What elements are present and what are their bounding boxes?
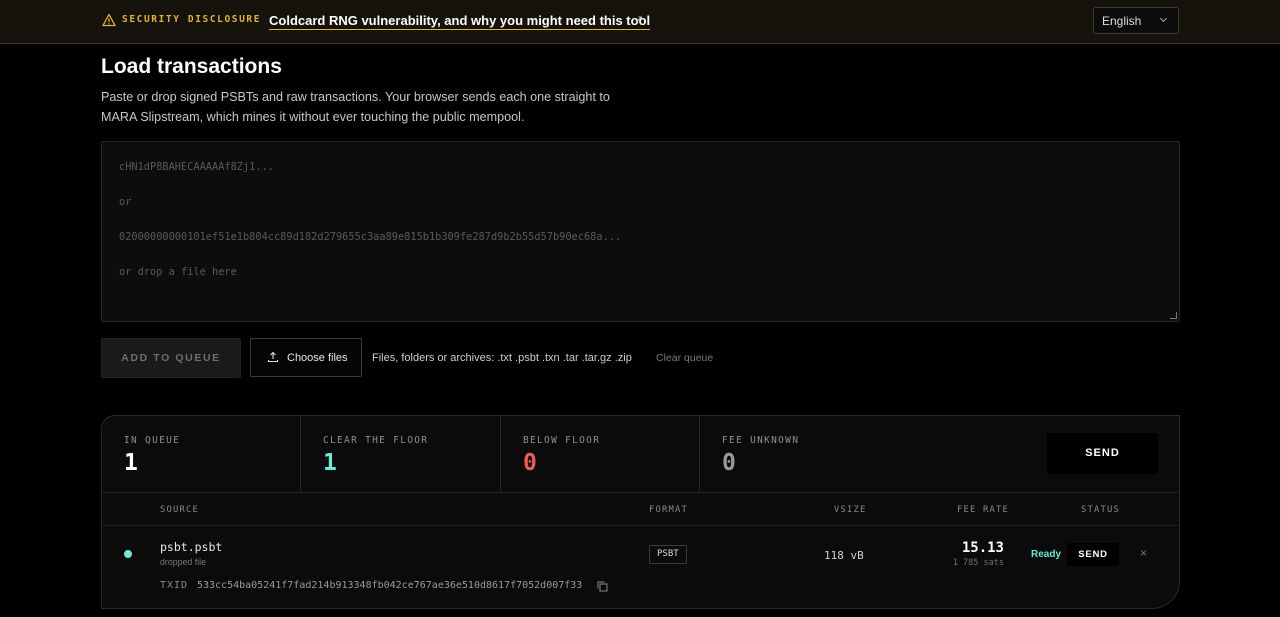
page-description: Paste or drop signed PSBTs and raw trans… bbox=[101, 90, 610, 124]
placeholder-or: or bbox=[119, 196, 132, 208]
chevron-down-icon bbox=[1159, 14, 1168, 23]
page-title: Load transactions bbox=[101, 55, 282, 78]
transaction-paste-area[interactable]: cHN1dP8BAHECAAAAAf8Zj1... or 02000000000… bbox=[101, 141, 1180, 322]
clear-queue-link[interactable]: Clear queue bbox=[656, 352, 713, 364]
placeholder-rawtx: 02000000000101ef51e1b804cc89d182d279655c… bbox=[119, 231, 622, 243]
stat-label: IN QUEUE bbox=[124, 435, 181, 446]
format-badge: PSBT bbox=[649, 545, 687, 564]
table-header: SOURCE FORMAT VSIZE FEE RATE STATUS bbox=[102, 492, 1179, 526]
copy-icon[interactable] bbox=[597, 581, 608, 592]
stat-clear-floor: CLEAR THE FLOOR 1 bbox=[301, 416, 501, 492]
warning-triangle-icon bbox=[102, 13, 116, 27]
disclosure-link[interactable]: Coldcard RNG vulnerability, and why you … bbox=[269, 13, 651, 30]
col-format: FORMAT bbox=[649, 505, 688, 515]
col-source: SOURCE bbox=[160, 505, 199, 515]
fee-rate-value: 15.13 bbox=[961, 540, 1004, 556]
resize-handle[interactable] bbox=[1170, 312, 1177, 319]
stat-below-floor: BELOW FLOOR 0 bbox=[501, 416, 700, 492]
stat-label: CLEAR THE FLOOR bbox=[323, 435, 429, 446]
stat-in-queue: IN QUEUE 1 bbox=[102, 416, 301, 492]
placeholder-psbt: cHN1dP8BAHECAAAAAf8Zj1... bbox=[119, 161, 274, 173]
stat-value: 1 bbox=[124, 450, 138, 476]
stat-fee-unknown: FEE UNKNOWN 0 bbox=[700, 416, 900, 492]
status-badge: Ready bbox=[1031, 549, 1062, 560]
add-to-queue-button[interactable]: ADD TO QUEUE bbox=[101, 338, 241, 378]
language-select[interactable]: English bbox=[1093, 7, 1179, 34]
col-status: STATUS bbox=[1081, 505, 1120, 515]
col-fee-rate: FEE RATE bbox=[957, 505, 1009, 515]
choose-files-label: Choose files bbox=[287, 352, 348, 364]
choose-files-button[interactable]: Choose files bbox=[250, 338, 362, 377]
fee-sats-value: 1 785 sats bbox=[952, 558, 1004, 568]
send-all-button[interactable]: SEND bbox=[1047, 433, 1158, 474]
send-row-button[interactable]: SEND bbox=[1067, 543, 1119, 566]
stat-label: FEE UNKNOWN bbox=[722, 435, 800, 446]
vsize-value: 118 vB bbox=[824, 549, 864, 562]
stat-label: BELOW FLOOR bbox=[523, 435, 601, 446]
banner-label: SECURITY DISCLOSURE bbox=[122, 14, 262, 25]
queue-card: IN QUEUE 1 CLEAR THE FLOOR 1 BELOW FLOOR… bbox=[101, 415, 1180, 609]
remove-row-button[interactable]: × bbox=[1140, 546, 1147, 560]
source-sub: dropped file bbox=[160, 557, 206, 567]
source-name: psbt.psbt bbox=[160, 540, 223, 554]
stat-value: 0 bbox=[722, 450, 736, 476]
file-types-hint: Files, folders or archives: .txt .psbt .… bbox=[372, 352, 632, 364]
security-banner: SECURITY DISCLOSURE Coldcard RNG vulnera… bbox=[0, 0, 1280, 44]
upload-icon bbox=[267, 351, 279, 363]
external-link-icon[interactable]: ↗ bbox=[634, 13, 643, 26]
placeholder-drop: or drop a file here bbox=[119, 266, 237, 278]
txid-value: 533cc54ba05241f7fad214b913348fb042ce767a… bbox=[197, 580, 583, 591]
txid-label: TXID bbox=[160, 580, 189, 591]
status-dot bbox=[124, 550, 132, 558]
stat-value: 1 bbox=[323, 450, 337, 476]
stat-value: 0 bbox=[523, 450, 537, 476]
col-vsize: VSIZE bbox=[834, 505, 867, 515]
language-value: English bbox=[1102, 14, 1142, 28]
